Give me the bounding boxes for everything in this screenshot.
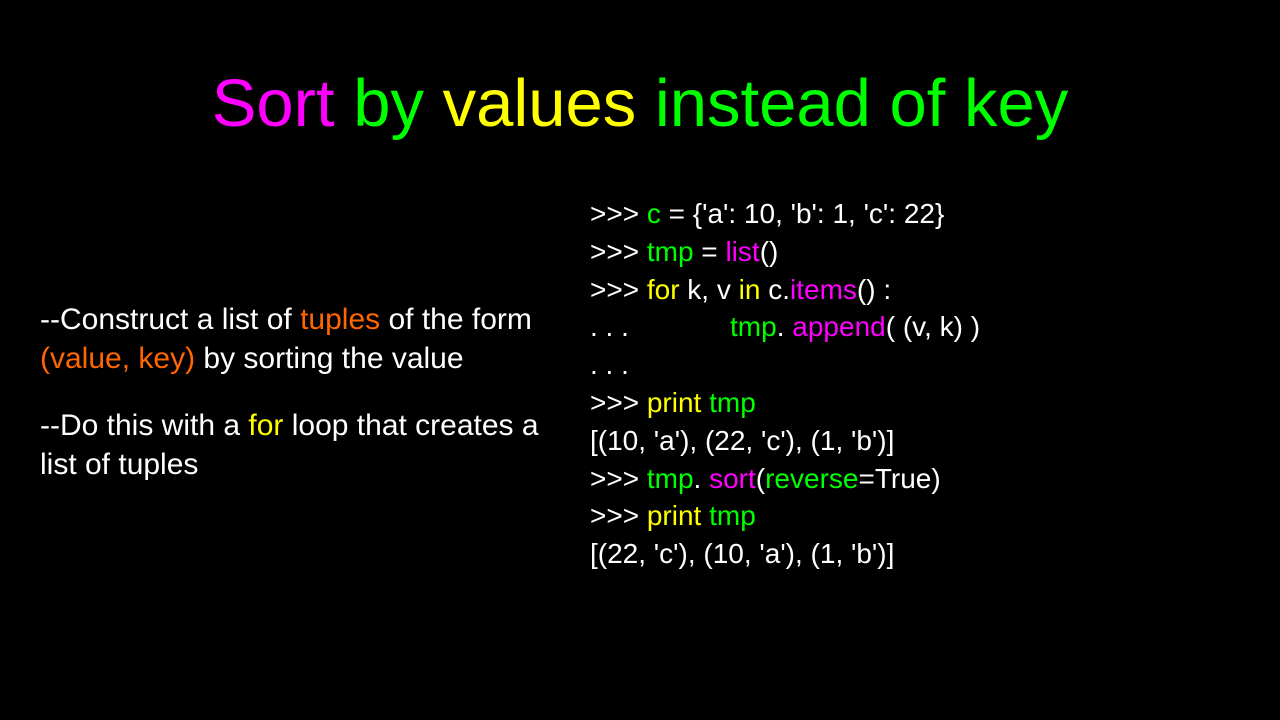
keyword: for	[647, 274, 680, 305]
keyword: print	[647, 387, 701, 418]
text: .	[694, 463, 710, 494]
code-line-10: [(22, 'c'), (10, 'a'), (1, 'b')]	[590, 535, 1240, 573]
text: of the form	[380, 303, 532, 336]
bullet-2: --Do this with a for loop that creates a…	[40, 406, 560, 484]
param: reverse	[765, 463, 858, 494]
highlight-for: for	[248, 409, 283, 442]
text: = {'a': 10, 'b': 1, 'c': 22}	[661, 198, 945, 229]
prompt: >>>	[590, 236, 647, 267]
left-column: --Construct a list of tuples of the form…	[40, 300, 560, 512]
var: tmp	[730, 311, 777, 342]
slide-title: Sort by values instead of key	[0, 65, 1280, 142]
code-line-3: >>> for k, v in c.items() :	[590, 271, 1240, 309]
code-line-7: [(10, 'a'), (22, 'c'), (1, 'b')]	[590, 422, 1240, 460]
text: .	[777, 311, 793, 342]
text: by sorting the value	[195, 342, 464, 375]
code-block: >>> c = {'a': 10, 'b': 1, 'c': 22} >>> t…	[590, 195, 1240, 573]
code-line-1: >>> c = {'a': 10, 'b': 1, 'c': 22}	[590, 195, 1240, 233]
highlight-value-key: (value, key)	[40, 342, 195, 375]
prompt: >>>	[590, 500, 647, 531]
bullet-1: --Construct a list of tuples of the form…	[40, 300, 560, 378]
method: sort	[709, 463, 756, 494]
var: c	[647, 198, 661, 229]
code-line-2: >>> tmp = list()	[590, 233, 1240, 271]
method: append	[792, 311, 885, 342]
text: () :	[857, 274, 891, 305]
text: =True)	[858, 463, 940, 494]
prompt: >>>	[590, 463, 647, 494]
code-line-4: . . . tmp. append( (v, k) )	[590, 308, 1240, 346]
continuation: . . .	[590, 311, 730, 342]
code-line-8: >>> tmp. sort(reverse=True)	[590, 460, 1240, 498]
text: --Do this with a	[40, 409, 248, 442]
code-line-5: . . .	[590, 346, 1240, 384]
prompt: >>>	[590, 387, 647, 418]
var: tmp	[701, 387, 755, 418]
text: (	[756, 463, 765, 494]
text: k, v	[680, 274, 739, 305]
var: tmp	[647, 463, 694, 494]
text: c.	[760, 274, 790, 305]
title-word-1: Sort	[212, 66, 335, 141]
text: ()	[760, 236, 779, 267]
title-word-4: instead of key	[636, 66, 1068, 141]
prompt: >>>	[590, 274, 647, 305]
code-line-9: >>> print tmp	[590, 497, 1240, 535]
code-line-6: >>> print tmp	[590, 384, 1240, 422]
highlight-tuples: tuples	[300, 303, 380, 336]
keyword: print	[647, 500, 701, 531]
title-word-2: by	[335, 66, 443, 141]
keyword: in	[739, 274, 761, 305]
title-word-3: values	[443, 66, 637, 141]
text: ( (v, k) )	[886, 311, 980, 342]
var: tmp	[701, 500, 755, 531]
builtin: list	[725, 236, 759, 267]
method: items	[790, 274, 857, 305]
var: tmp	[647, 236, 694, 267]
text: =	[694, 236, 726, 267]
text: --Construct a list of	[40, 303, 300, 336]
prompt: >>>	[590, 198, 647, 229]
